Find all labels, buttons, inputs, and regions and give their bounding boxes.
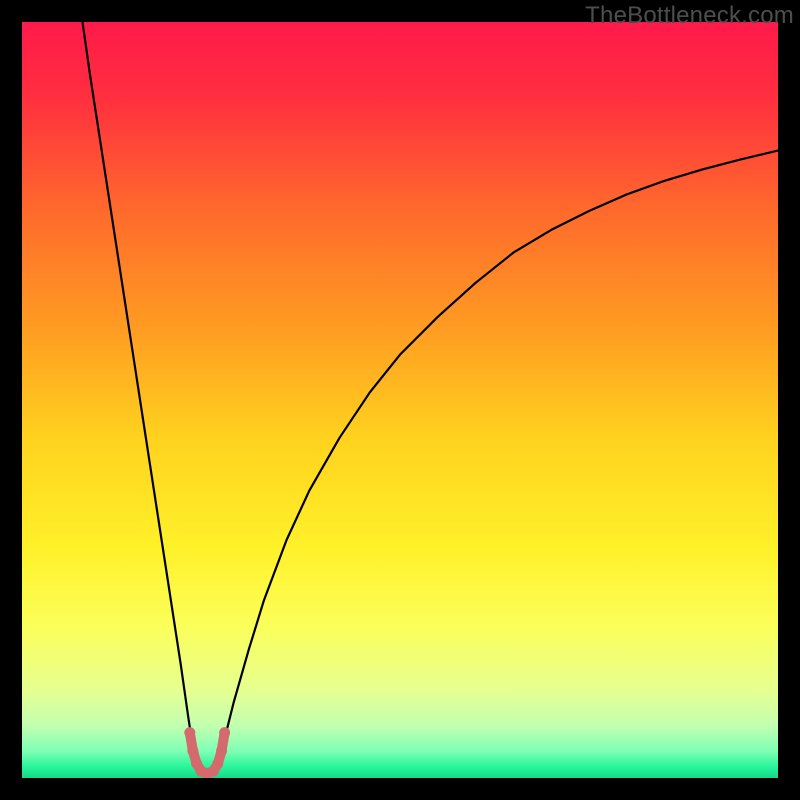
marker-dot — [187, 745, 198, 756]
watermark-text: TheBottleneck.com — [585, 2, 794, 30]
bottleneck-chart — [22, 22, 778, 778]
marker-dot — [212, 758, 223, 769]
marker-dot — [219, 727, 230, 738]
marker-dot — [216, 745, 227, 756]
chart-frame — [22, 22, 778, 778]
gradient-background — [22, 22, 778, 778]
marker-dot — [184, 727, 195, 738]
